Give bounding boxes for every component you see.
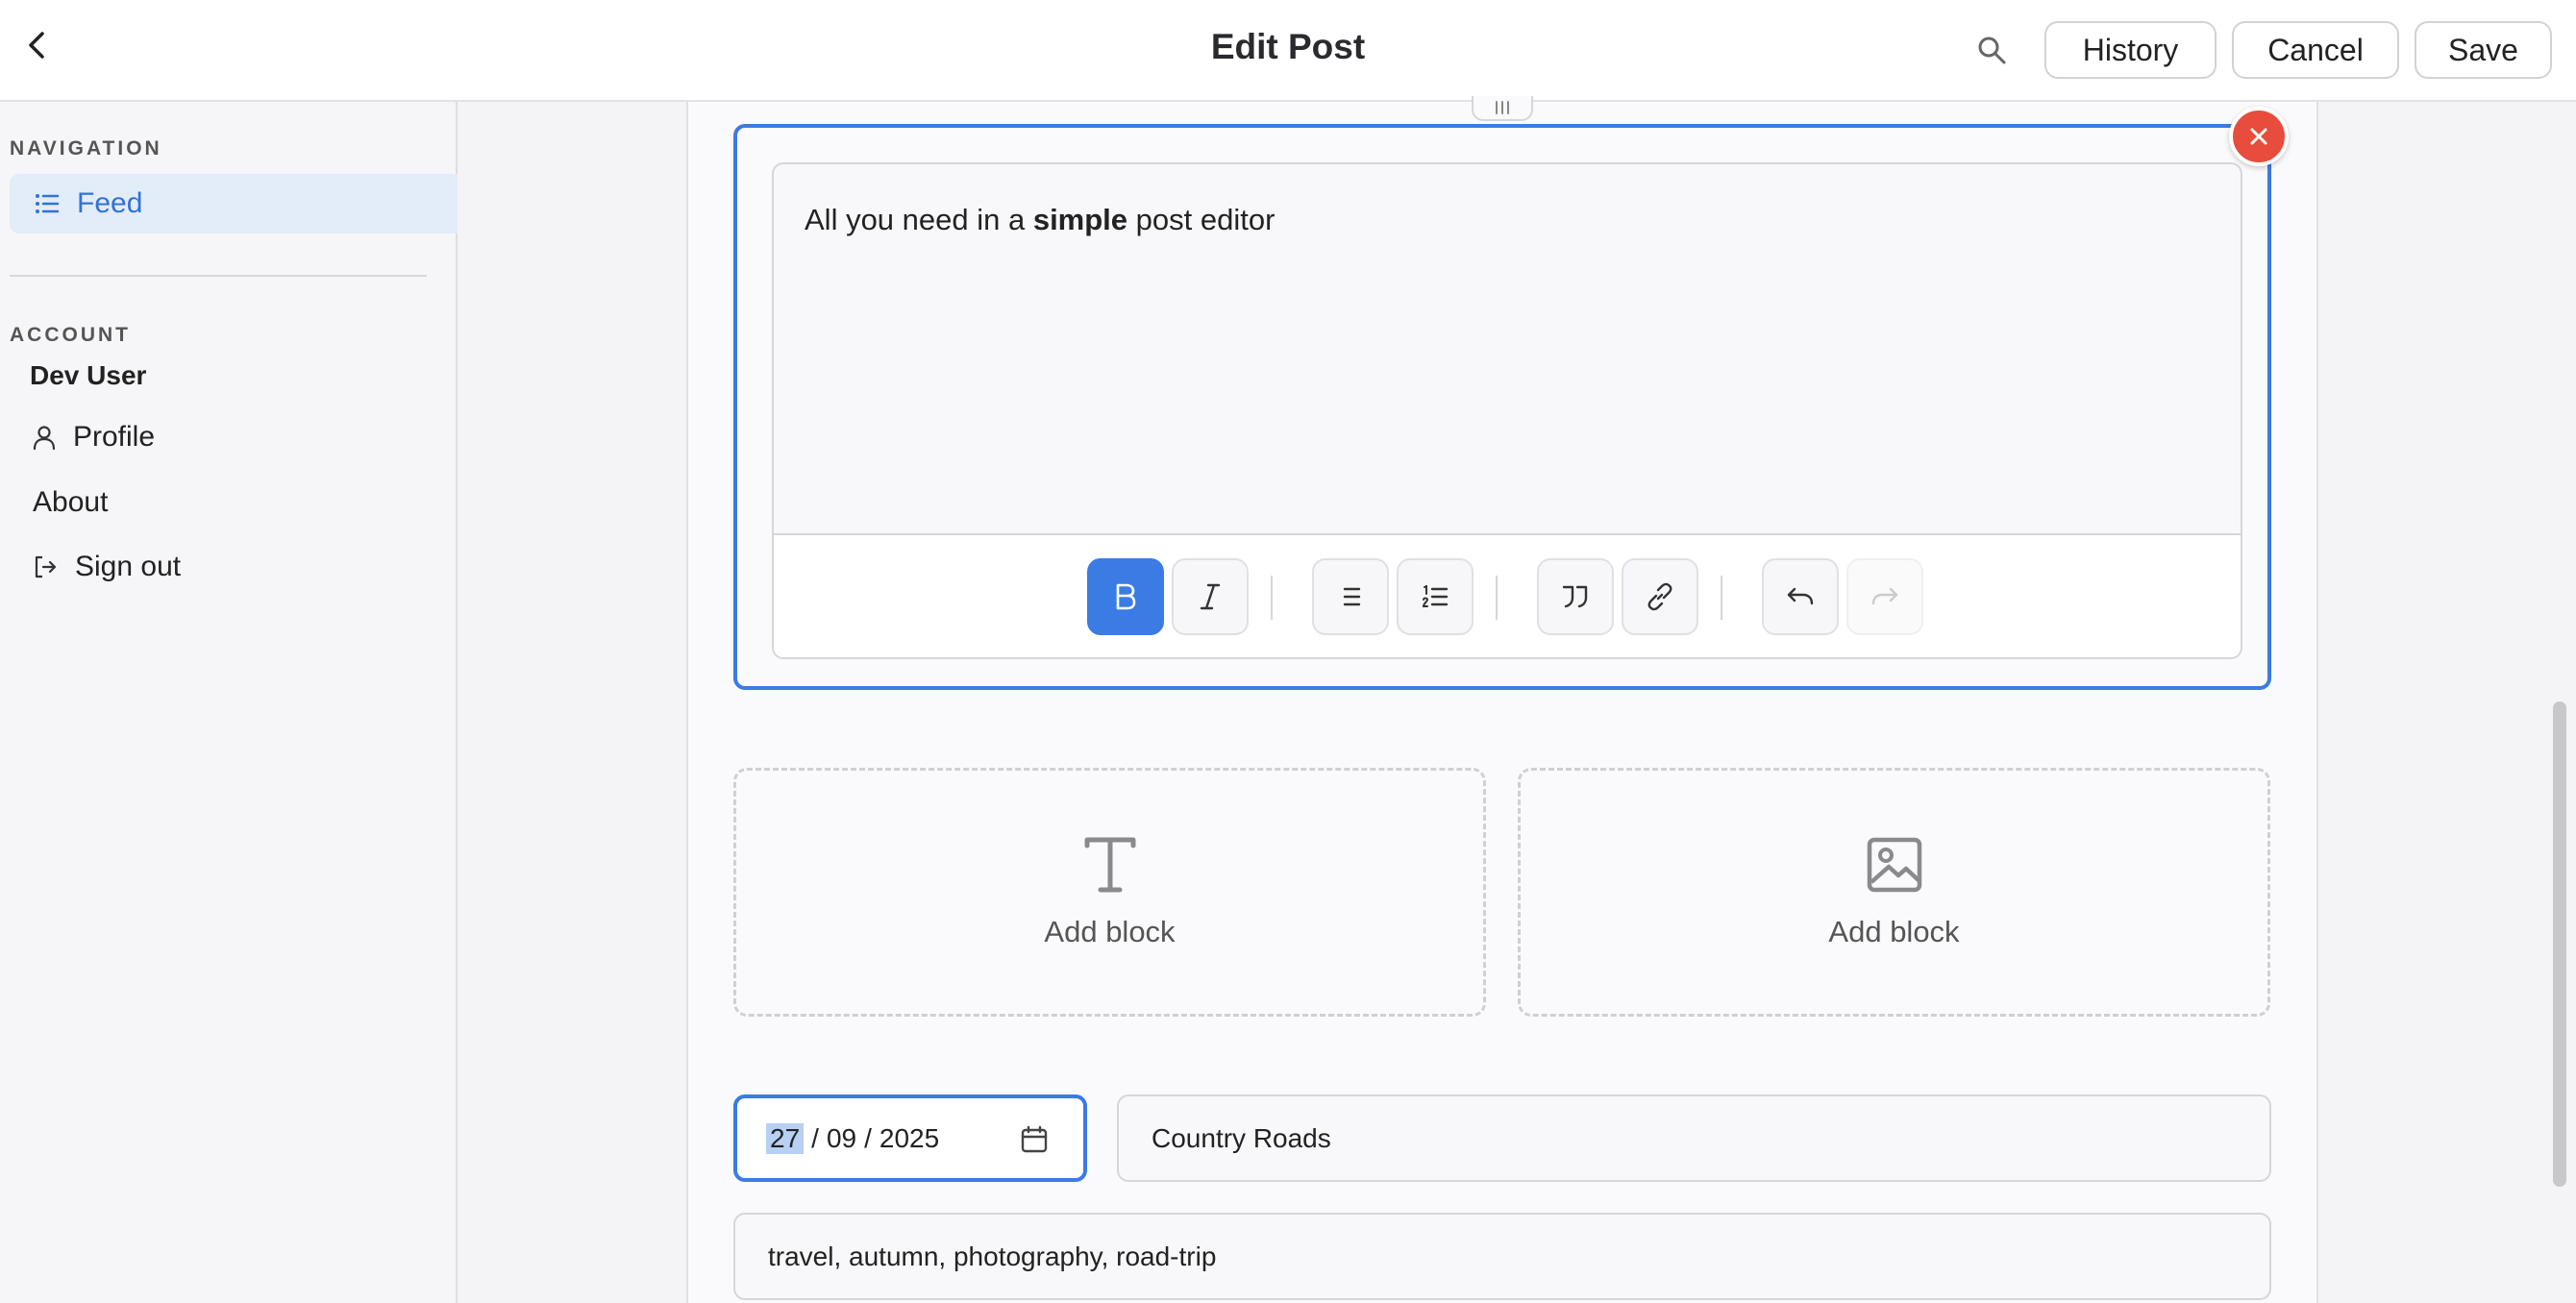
add-text-block-button[interactable]: Add block bbox=[733, 768, 1486, 1017]
ordered-list-icon bbox=[1422, 585, 1449, 607]
redo-button[interactable] bbox=[1846, 558, 1923, 635]
chevron-left-icon bbox=[29, 32, 44, 59]
add-block-label: Add block bbox=[1828, 914, 1960, 948]
user-icon bbox=[33, 426, 56, 450]
sidebar-item-label: Profile bbox=[73, 421, 156, 453]
calendar-icon[interactable] bbox=[1020, 1125, 1049, 1154]
editor-content[interactable]: All you need in a simple post editor bbox=[805, 203, 1275, 237]
text-icon bbox=[1084, 837, 1135, 892]
location-input[interactable]: Country Roads bbox=[1117, 1094, 2271, 1182]
bold-button[interactable] bbox=[1087, 558, 1164, 635]
blockquote-button[interactable] bbox=[1537, 558, 1614, 635]
sidebar-item-about[interactable]: About bbox=[33, 486, 108, 519]
undo-button[interactable] bbox=[1762, 558, 1839, 635]
remove-block-button[interactable] bbox=[2229, 107, 2289, 166]
save-button[interactable]: Save bbox=[2415, 21, 2552, 79]
bullet-list-button[interactable] bbox=[1312, 558, 1389, 635]
history-button[interactable]: History bbox=[2044, 21, 2217, 79]
ordered-list-button[interactable] bbox=[1397, 558, 1474, 635]
image-icon bbox=[1867, 837, 1921, 892]
editor-bold-text: simple bbox=[1032, 203, 1128, 236]
sidebar-item-profile[interactable]: Profile bbox=[33, 421, 155, 454]
italic-icon bbox=[1200, 583, 1221, 610]
tags-input[interactable]: travel, autumn, photography, road-trip bbox=[733, 1213, 2271, 1300]
add-image-block-button[interactable]: Add block bbox=[1518, 768, 2270, 1017]
toolbar-separator bbox=[1496, 576, 1498, 620]
editor-text-segment: post editor bbox=[1127, 203, 1276, 236]
cancel-button[interactable]: Cancel bbox=[2232, 21, 2399, 79]
undo-icon bbox=[1787, 587, 1814, 605]
search-icon bbox=[1978, 37, 2006, 64]
sidebar-item-feed[interactable]: Feed bbox=[10, 174, 458, 234]
toolbar-separator bbox=[1721, 576, 1722, 620]
search-button[interactable] bbox=[1972, 31, 2011, 69]
sidebar-item-label: Sign out bbox=[75, 551, 182, 582]
quote-icon bbox=[1562, 585, 1588, 608]
editor-text-segment: All you need in a bbox=[805, 203, 1033, 236]
date-separator: / bbox=[811, 1122, 819, 1153]
editor-toolbar bbox=[774, 533, 2241, 657]
redo-icon bbox=[1871, 587, 1898, 605]
date-separator: / bbox=[864, 1122, 872, 1153]
sidebar-item-label: About bbox=[33, 486, 109, 518]
date-day-segment[interactable]: 27 bbox=[766, 1122, 805, 1154]
sidebar-item-sign-out[interactable]: Sign out bbox=[33, 551, 181, 583]
rich-text-editor[interactable]: All you need in a simple post editor bbox=[772, 162, 2242, 659]
italic-button[interactable] bbox=[1172, 558, 1249, 635]
user-name: Dev User bbox=[30, 360, 147, 390]
link-button[interactable] bbox=[1622, 558, 1698, 635]
list-icon bbox=[36, 194, 60, 213]
sign-out-icon bbox=[35, 555, 57, 578]
bold-icon bbox=[1116, 583, 1136, 610]
add-block-label: Add block bbox=[1044, 914, 1176, 948]
toolbar-separator bbox=[1271, 576, 1273, 620]
text-block[interactable]: All you need in a simple post editor bbox=[733, 124, 2271, 690]
account-section-label: ACCOUNT bbox=[10, 324, 131, 346]
sidebar-item-label: Feed bbox=[77, 187, 143, 219]
close-icon bbox=[2250, 128, 2267, 145]
grip-icon bbox=[1496, 101, 1509, 114]
date-input[interactable]: 27 / 09 / 2025 bbox=[733, 1094, 1087, 1182]
scrollbar-thumb[interactable] bbox=[2553, 701, 2566, 1187]
date-year-segment[interactable]: 2025 bbox=[879, 1123, 939, 1154]
top-bar: Edit Post History Cancel Save bbox=[0, 0, 2576, 102]
back-button[interactable] bbox=[17, 25, 58, 65]
sidebar: NAVIGATION Feed ACCOUNT Dev User Profile… bbox=[0, 102, 458, 1303]
navigation-section-label: NAVIGATION bbox=[10, 137, 162, 160]
sidebar-divider bbox=[10, 275, 427, 277]
drag-handle[interactable] bbox=[1472, 96, 1533, 121]
date-month-segment[interactable]: 09 bbox=[827, 1123, 856, 1154]
link-icon bbox=[1647, 582, 1672, 611]
bullet-list-icon bbox=[1343, 587, 1361, 606]
